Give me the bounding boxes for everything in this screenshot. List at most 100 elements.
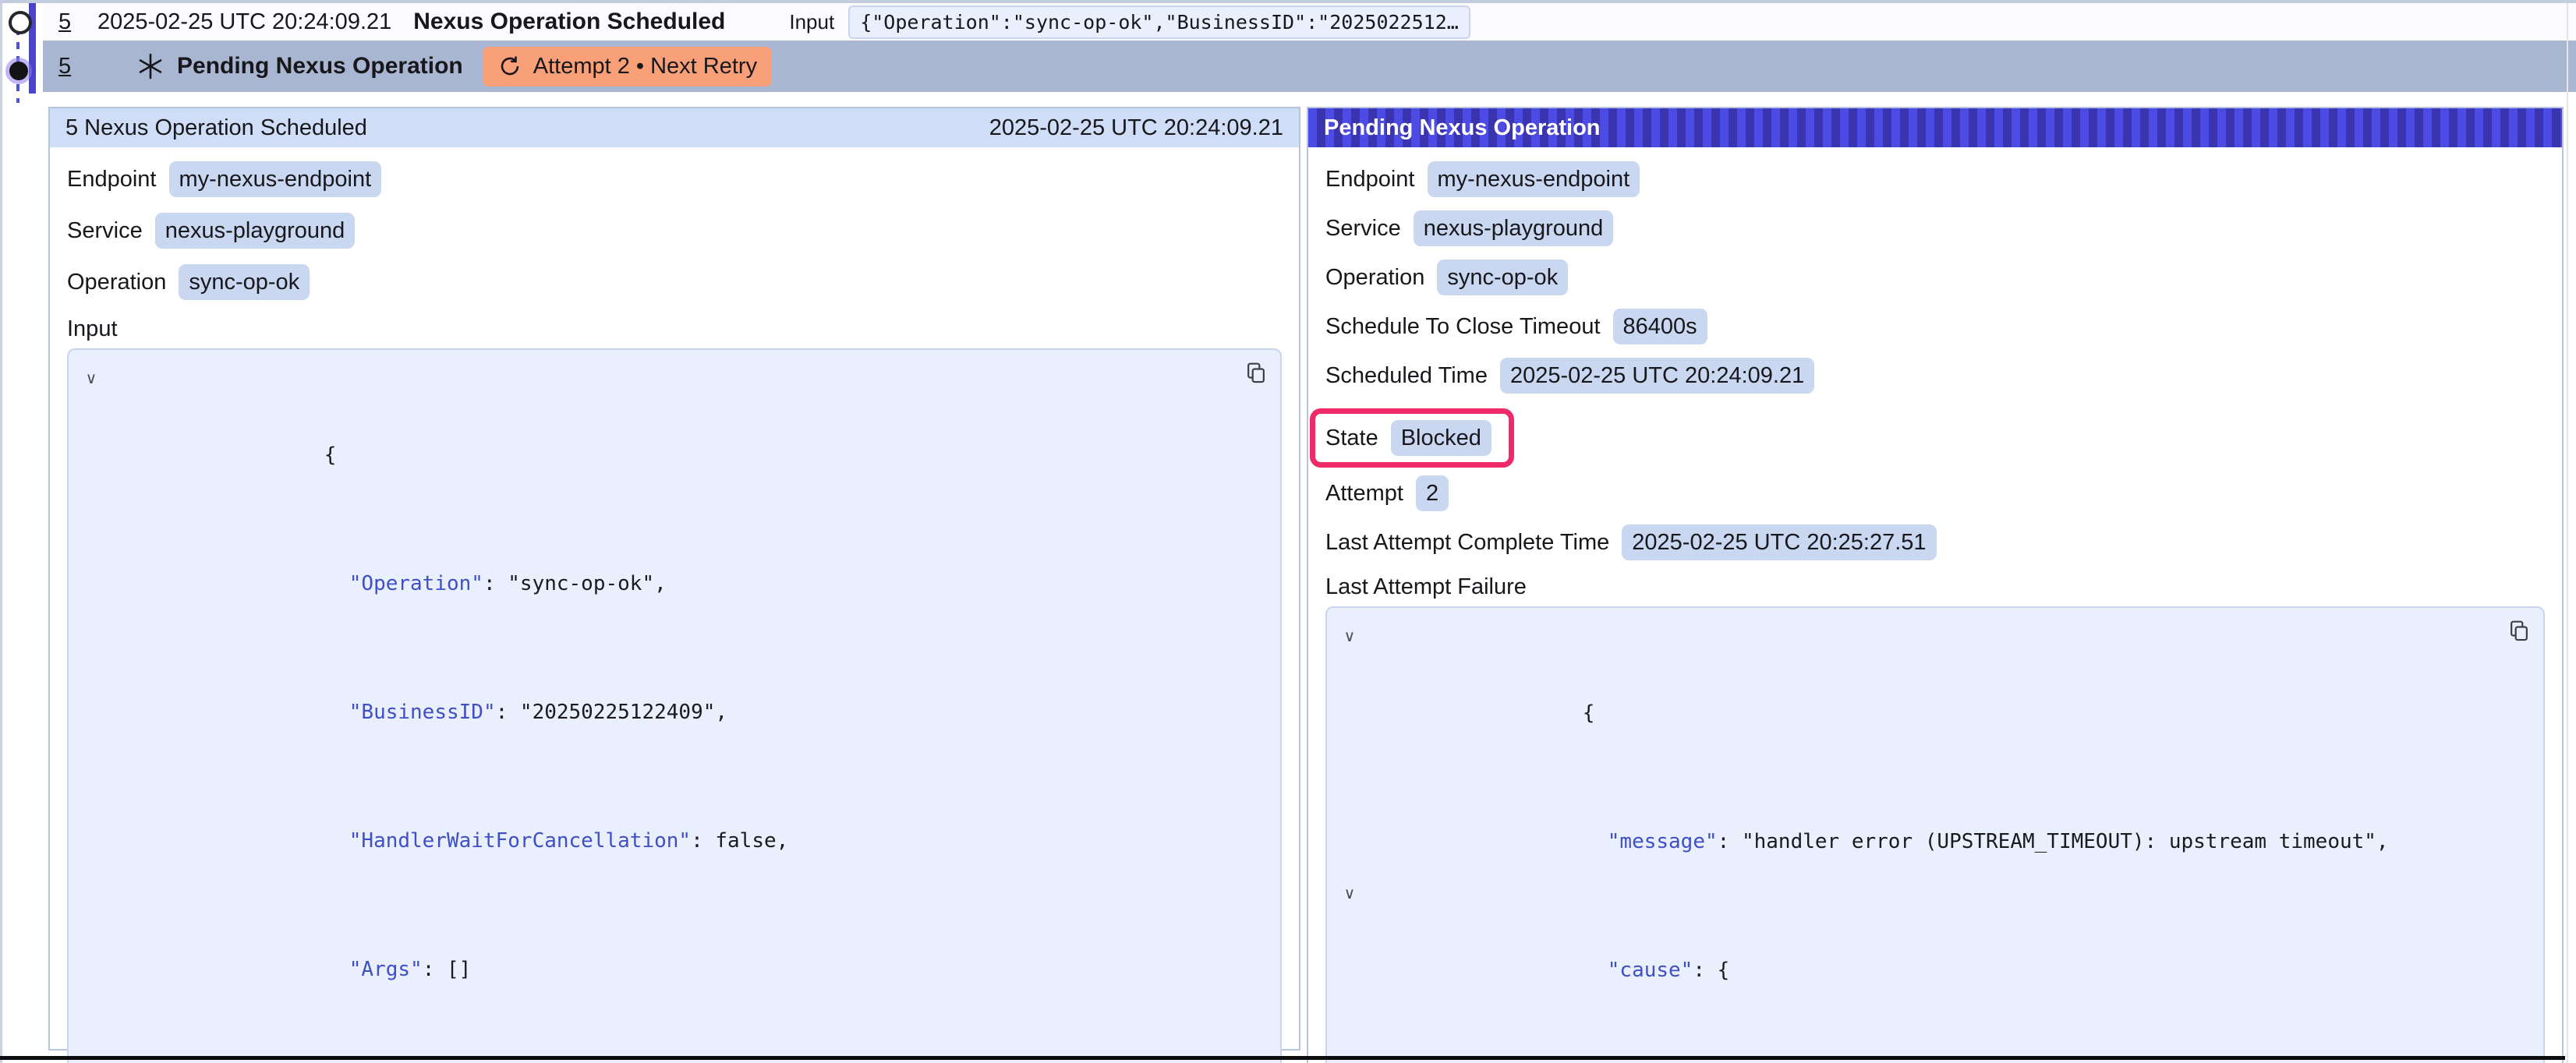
code-token: : [] — [423, 958, 472, 981]
nexus-operation-scheduled-panel: 5 Nexus Operation Scheduled 2025-02-25 U… — [48, 107, 1300, 1051]
pending-fields-top: Endpoint my-nexus-endpoint Service nexus… — [1325, 161, 2545, 394]
field-label: Operation — [67, 270, 166, 295]
field-value: 2025-02-25 UTC 20:25:27.51 — [1622, 524, 1936, 560]
field-value: 2025-02-25 UTC 20:24:09.21 — [1500, 358, 1814, 394]
field-label: Last Attempt Complete Time — [1325, 530, 1609, 556]
field-row: Service nexus-playground — [1325, 210, 2545, 246]
pending-asterisk-icon — [136, 52, 165, 80]
code-line-text: "HandlerWaitForCancellation": false, — [104, 751, 788, 880]
code-line: ∨ } — [78, 1008, 1265, 1063]
input-json-viewer: ∨ { ∨ — [67, 348, 1282, 1063]
field-label: Operation — [1325, 265, 1424, 291]
scheduled-panel-title: 5 Nexus Operation Scheduled — [65, 115, 367, 141]
field-row: Schedule To Close Timeout 86400s — [1325, 309, 2545, 344]
state-highlight-box: State Blocked — [1310, 408, 1514, 468]
code-line: ∨ "BusinessID": "20250225122409", — [78, 623, 1265, 751]
code-token: : "sync-op-ok", — [483, 572, 667, 595]
code-line-text: "BusinessID": "20250225122409", — [104, 623, 727, 751]
code-line-text: { — [1363, 623, 1607, 752]
code-lines: ∨ { ∨ — [1336, 623, 2528, 1063]
field-value: sync-op-ok — [1437, 260, 1568, 295]
code-token: "cause" — [1608, 959, 1693, 982]
code-token: { — [324, 443, 337, 467]
copy-icon — [1244, 361, 1268, 386]
code-line: ∨ { — [78, 366, 1265, 494]
field-label: Attempt — [1325, 481, 1403, 507]
event-timestamp: 2025-02-25 UTC 20:24:09.21 — [97, 9, 391, 35]
copy-icon — [2507, 619, 2531, 644]
event-row-pending-nexus-operation[interactable]: 5 Pending Nexus Operation Attempt 2 • Ne… — [43, 41, 2576, 92]
field-row: Operation sync-op-ok — [1325, 260, 2545, 295]
event-title: Pending Nexus Operation — [177, 53, 463, 79]
event-rows: 5 2025-02-25 UTC 20:24:09.21 Nexus Opera… — [43, 3, 2576, 92]
copy-button[interactable] — [2507, 619, 2531, 646]
code-token: : "20250225122409", — [496, 701, 727, 724]
state-value-badge: Blocked — [1391, 420, 1491, 456]
scheduled-panel-time: 2025-02-25 UTC 20:24:09.21 — [989, 115, 1283, 141]
attempt-retry-text: Attempt 2 • Next Retry — [533, 54, 757, 79]
field-row: Last Attempt Complete Time 2025-02-25 UT… — [1325, 524, 2545, 560]
field-row: Service nexus-playground — [67, 213, 1282, 249]
event-title: Nexus Operation Scheduled — [413, 9, 725, 35]
copy-button[interactable] — [1244, 361, 1268, 388]
scheduled-panel-body: Endpoint my-nexus-endpoint Service nexus… — [50, 147, 1299, 1063]
event-id-link[interactable]: 5 — [58, 54, 77, 79]
field-row: Scheduled Time 2025-02-25 UTC 20:24:09.2… — [1325, 358, 2545, 394]
code-line-text: "message": "handler error (UPSTREAM_TIME… — [1363, 752, 2389, 881]
field-label: Service — [67, 218, 143, 244]
code-line-text: "cause": { — [1363, 881, 1729, 1009]
code-token: "message" — [1608, 830, 1718, 853]
code-line: ∨ "HandlerWaitForCancellation": false, — [78, 751, 1265, 880]
scheduled-fields-top: Endpoint my-nexus-endpoint Service nexus… — [67, 161, 1282, 300]
right-page-border — [2567, 3, 2568, 1063]
code-token: { — [1583, 701, 1595, 725]
field-row: Endpoint my-nexus-endpoint — [67, 161, 1282, 197]
timeline-current-marker-icon — [9, 62, 28, 80]
code-line-text: "Operation": "sync-op-ok", — [104, 494, 667, 623]
expanded-row-bottom-border — [0, 1056, 2565, 1060]
field-label: Endpoint — [67, 167, 157, 192]
workflow-history-page: 5 2025-02-25 UTC 20:24:09.21 Nexus Opera… — [0, 0, 2576, 1063]
field-value: sync-op-ok — [179, 264, 310, 300]
event-input-preview-chip[interactable]: {"Operation":"sync-op-ok","BusinessID":"… — [848, 5, 1470, 39]
code-token: : { — [1693, 959, 1729, 982]
code-line-text: { — [104, 366, 349, 494]
code-line: ∨ "cause": { — [1336, 881, 2528, 1009]
code-token: "Operation" — [349, 572, 483, 595]
failure-section-label: Last Attempt Failure — [1325, 574, 2545, 600]
code-line: ∨ { — [1336, 623, 2528, 752]
code-line: ∨ "message": "handler error (UPSTREAM_TI… — [1336, 752, 2528, 881]
field-label: Service — [1325, 216, 1401, 242]
input-section-label: Input — [67, 316, 1282, 342]
code-line: ∨ "message": "upstream timeout", — [1336, 1009, 2528, 1063]
field-value: 86400s — [1613, 309, 1707, 344]
event-row-nexus-operation-scheduled[interactable]: 5 2025-02-25 UTC 20:24:09.21 Nexus Opera… — [43, 3, 2576, 41]
code-token: "HandlerWaitForCancellation" — [349, 829, 691, 853]
event-detail-label: Input — [789, 10, 834, 34]
pending-panel-body: Endpoint my-nexus-endpoint Service nexus… — [1308, 147, 2562, 1063]
retry-icon — [497, 54, 522, 79]
field-row: Attempt 2 — [1325, 475, 2545, 511]
failure-json-viewer: ∨ { ∨ — [1325, 606, 2545, 1063]
collapse-chevron-icon[interactable]: ∨ — [1336, 881, 1363, 1009]
code-lines: ∨ { ∨ — [78, 366, 1265, 1063]
collapse-chevron-icon[interactable]: ∨ — [1336, 623, 1363, 752]
field-label: Scheduled Time — [1325, 363, 1488, 389]
event-id-link[interactable]: 5 — [58, 9, 77, 35]
field-row: Operation sync-op-ok — [67, 264, 1282, 300]
code-line: ∨ "Operation": "sync-op-ok", — [78, 494, 1265, 623]
code-token: "Args" — [349, 958, 423, 981]
scheduled-panel-header: 5 Nexus Operation Scheduled 2025-02-25 U… — [50, 108, 1299, 147]
field-value: my-nexus-endpoint — [1428, 161, 1640, 197]
field-value: my-nexus-endpoint — [169, 161, 382, 197]
collapse-chevron-icon[interactable]: ∨ — [78, 366, 104, 494]
code-token: : false, — [691, 829, 788, 853]
field-value: 2 — [1416, 475, 1449, 511]
pending-fields-mid: Attempt 2 Last Attempt Complete Time 202… — [1325, 475, 2545, 560]
state-field-row: State Blocked — [1325, 420, 1491, 456]
state-label: State — [1325, 426, 1378, 451]
code-token: : "handler error (UPSTREAM_TIMEOUT): ups… — [1718, 830, 2389, 853]
pending-nexus-operation-panel: Pending Nexus Operation Endpoint my-nexu… — [1307, 107, 2564, 1063]
left-page-border — [0, 3, 2, 1063]
field-label: Endpoint — [1325, 167, 1415, 192]
